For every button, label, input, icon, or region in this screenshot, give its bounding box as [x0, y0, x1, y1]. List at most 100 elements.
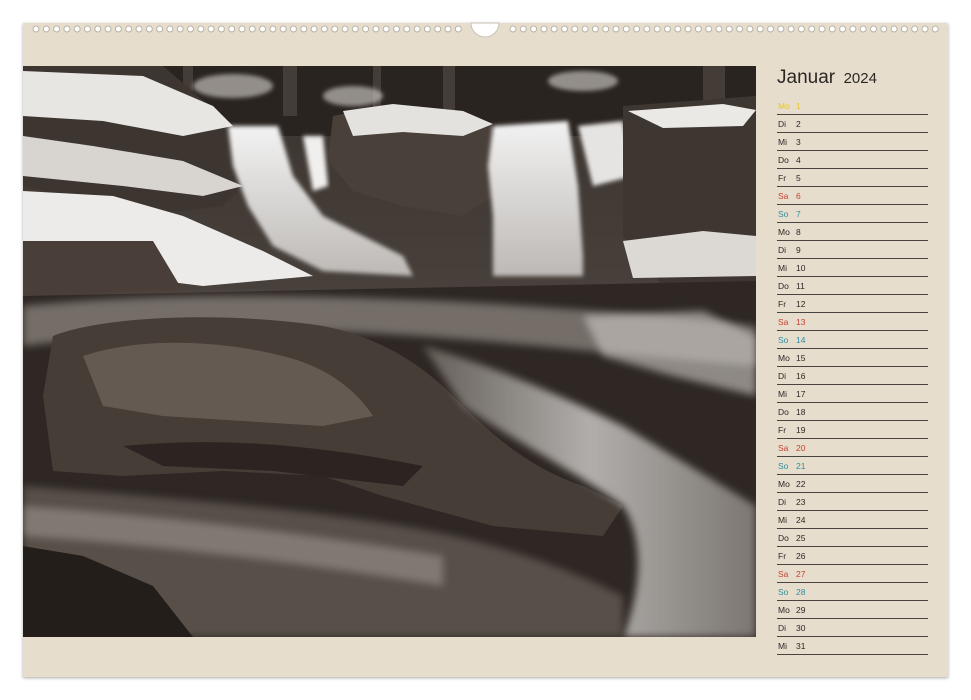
binding-hole [519, 25, 527, 33]
binding-hole [32, 25, 40, 33]
date-number: 2 [796, 119, 801, 129]
binding-hole [921, 25, 929, 33]
binding-hole [849, 25, 857, 33]
day-row: So 14 [777, 331, 928, 349]
date-number: 8 [796, 227, 801, 237]
binding-hole [248, 25, 256, 33]
date-number: 21 [796, 461, 806, 471]
date-number: 1 [796, 101, 801, 111]
day-row: Sa 20 [777, 439, 928, 457]
date-number: 16 [796, 371, 806, 381]
binding-hole [540, 25, 548, 33]
day-row: Do 25 [777, 529, 928, 547]
weekday-label: Di [778, 497, 787, 507]
date-number: 3 [796, 137, 801, 147]
day-row: So 28 [777, 583, 928, 601]
weekday-label: Mo [778, 227, 790, 237]
binding-hole [808, 25, 816, 33]
day-row: Mo 29 [777, 601, 928, 619]
binding-hole [931, 25, 939, 33]
binding-hole [382, 25, 390, 33]
binding-hole [900, 25, 908, 33]
weekday-label: Mi [778, 641, 787, 651]
weekday-label: Di [778, 245, 787, 255]
day-row: Fr 5 [777, 169, 928, 187]
day-row: Mo 15 [777, 349, 928, 367]
binding-hole [423, 25, 431, 33]
binding-hole [259, 25, 267, 33]
hanger-notch [470, 22, 500, 38]
binding-hole [362, 25, 370, 33]
binding-hole [633, 25, 641, 33]
binding-hole [725, 25, 733, 33]
date-number: 13 [796, 317, 806, 327]
day-row: Mi 10 [777, 259, 928, 277]
weekday-label: Mi [778, 137, 787, 147]
binding-hole [674, 25, 682, 33]
day-row: Sa 27 [777, 565, 928, 583]
binding-hole [310, 25, 318, 33]
binding-hole [228, 25, 236, 33]
binding-hole [787, 25, 795, 33]
day-row: So 7 [777, 205, 928, 223]
weekday-label: Sa [778, 317, 789, 327]
binding-hole [859, 25, 867, 33]
day-row: Di 16 [777, 367, 928, 385]
binding-hole [509, 25, 517, 33]
weekday-label: Do [778, 155, 789, 165]
weekday-label: Fr [778, 551, 787, 561]
binding-hole [622, 25, 630, 33]
date-number: 27 [796, 569, 806, 579]
binding-hole [393, 25, 400, 33]
binding-hole [571, 25, 579, 33]
date-number: 25 [796, 533, 806, 543]
binding-hole [911, 25, 919, 33]
spiral-binding [32, 22, 939, 38]
binding-hole [403, 25, 411, 33]
weekday-label: Di [778, 371, 787, 381]
binding-hole [839, 25, 847, 33]
binding-hole [561, 25, 568, 33]
binding-hole [591, 25, 599, 33]
weekday-label: So [778, 587, 789, 597]
day-row: Sa 13 [777, 313, 928, 331]
weekday-label: So [778, 209, 789, 219]
binding-hole [217, 25, 225, 33]
day-row: Mi 3 [777, 133, 928, 151]
date-number: 15 [796, 353, 806, 363]
weekday-label: So [778, 335, 789, 345]
binding-hole [612, 25, 620, 33]
binding-hole [736, 25, 744, 33]
day-row: Do 4 [777, 151, 928, 169]
date-number: 23 [796, 497, 806, 507]
binding-hole [207, 25, 215, 33]
binding-hole [114, 25, 122, 33]
date-number: 28 [796, 587, 806, 597]
binding-hole [145, 25, 153, 33]
day-row: Fr 19 [777, 421, 928, 439]
weekday-label: Do [778, 281, 789, 291]
weekday-label: Mi [778, 263, 787, 273]
day-list: Mo 1 Di 2 Mi 3 Do 4 Fr 5 Sa 6 So 7 Mo 8 Di 9 Mi 10 Do 11 Fr 12 S… [777, 97, 928, 655]
binding-hole [705, 25, 713, 33]
binding-hole [341, 25, 349, 33]
day-row: Mi 31 [777, 637, 928, 655]
waterfall-image [23, 66, 756, 637]
year-label: 2024 [843, 70, 877, 87]
binding-hole [238, 25, 246, 33]
day-row: Fr 26 [777, 547, 928, 565]
weekday-label: Mo [778, 479, 790, 489]
binding-hole [767, 25, 774, 33]
binding-hole [756, 25, 764, 33]
binding-hole [125, 25, 133, 33]
weekday-label: Mi [778, 515, 787, 525]
binding-hole [94, 25, 102, 33]
binding-hole [746, 25, 754, 33]
binding-hole [602, 25, 610, 33]
date-number: 31 [796, 641, 806, 651]
binding-hole [643, 25, 651, 33]
date-number: 5 [796, 173, 801, 183]
day-row: Do 11 [777, 277, 928, 295]
date-number: 6 [796, 191, 801, 201]
binding-hole [797, 25, 805, 33]
